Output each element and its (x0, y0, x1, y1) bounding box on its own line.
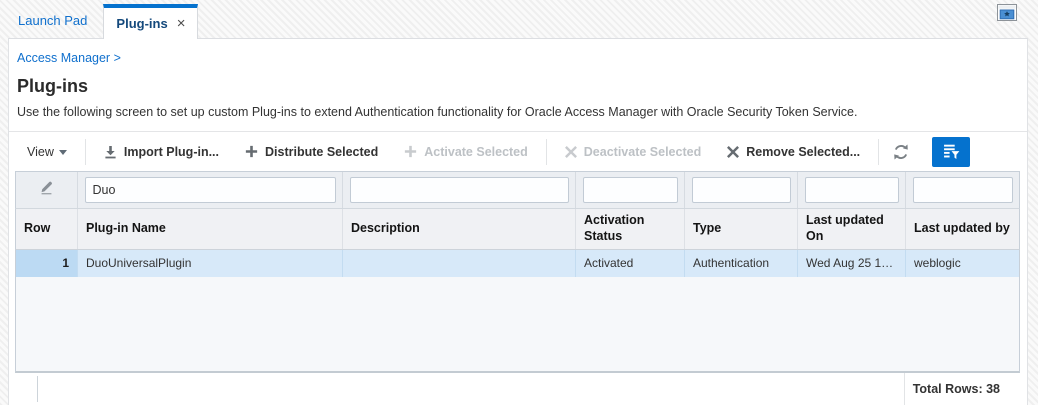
tab-launch-pad-label: Launch Pad (18, 13, 87, 28)
cell-type: Authentication (684, 250, 797, 277)
column-header-description[interactable]: Description (342, 209, 575, 249)
filter-description-input[interactable] (350, 177, 569, 203)
filter-type-input[interactable] (692, 177, 791, 203)
deactivate-selected-button: Deactivate Selected (565, 145, 701, 159)
activate-selected-button: Activate Selected (404, 145, 528, 159)
close-icon[interactable]: × (177, 16, 186, 31)
breadcrumb[interactable]: Access Manager > (17, 51, 121, 65)
column-header-activation-status[interactable]: Activation Status (575, 209, 684, 249)
x-icon (565, 146, 577, 158)
page-description: Use the following screen to set up custo… (17, 105, 857, 119)
column-header-row[interactable]: Row (16, 209, 77, 249)
column-header-last-updated-on[interactable]: Last updated On (797, 209, 905, 249)
filter-activation-status-input[interactable] (583, 177, 678, 203)
query-by-example-button[interactable] (932, 137, 970, 167)
plus-icon (404, 145, 417, 158)
view-menu-button[interactable]: View (27, 145, 67, 159)
cell-plugin-name: DuoUniversalPlugin (77, 250, 342, 277)
toolbar-separator (878, 139, 879, 165)
remove-selected-label: Remove Selected... (746, 145, 860, 159)
tab-bar: Launch Pad Plug-ins × (0, 0, 1038, 38)
remove-selected-button[interactable]: Remove Selected... (727, 145, 860, 159)
refresh-button[interactable] (892, 143, 910, 161)
tab-launch-pad[interactable]: Launch Pad (10, 13, 103, 38)
column-header-plugin-name[interactable]: Plug-in Name (77, 209, 342, 249)
cell-last-updated-on: Wed Aug 25 15:… (797, 250, 905, 277)
column-header-last-updated-by[interactable]: Last updated by (905, 209, 1019, 249)
import-plugin-label: Import Plug-in... (124, 145, 219, 159)
footer-divider (37, 376, 38, 402)
filter-plugin-name-input[interactable] (85, 177, 336, 203)
page-title: Plug-ins (17, 76, 88, 97)
table-header-row: Row Plug-in Name Description Activation … (15, 208, 1020, 250)
toolbar: View Import Plug-in... Distribute Select… (9, 131, 1027, 171)
distribute-selected-button[interactable]: Distribute Selected (245, 145, 378, 159)
cell-row-number: 1 (16, 250, 77, 277)
filter-last-updated-by-input[interactable] (913, 177, 1013, 203)
plugins-table: Row Plug-in Name Description Activation … (15, 171, 1020, 373)
activate-selected-label: Activate Selected (424, 145, 528, 159)
filter-last-updated-on-input[interactable] (805, 177, 899, 203)
pencil-icon (39, 180, 54, 200)
import-plugin-button[interactable]: Import Plug-in... (104, 145, 219, 159)
x-icon (727, 146, 739, 158)
column-header-type[interactable]: Type (684, 209, 797, 249)
cell-description (342, 250, 575, 277)
view-menu-label: View (27, 145, 54, 159)
cell-last-updated-by: weblogic (905, 250, 1019, 277)
distribute-selected-label: Distribute Selected (265, 145, 378, 159)
footer-divider (904, 373, 905, 405)
total-rows-label: Total Rows: 38 (913, 373, 1000, 405)
toolbar-separator (85, 139, 86, 165)
filter-row-header-cell (16, 172, 77, 208)
chevron-down-icon (59, 150, 67, 155)
table-row[interactable]: 1 DuoUniversalPlugin Activated Authentic… (15, 250, 1020, 277)
cell-activation-status: Activated (575, 250, 684, 277)
query-by-example-icon (943, 143, 960, 160)
table-empty-area (15, 277, 1020, 373)
table-footer: Total Rows: 38 (9, 373, 1027, 405)
tab-plug-ins[interactable]: Plug-ins × (103, 4, 198, 39)
filter-row (15, 171, 1020, 208)
toolbar-separator (546, 139, 547, 165)
content-panel: Access Manager > Plug-ins Use the follow… (8, 38, 1028, 405)
deactivate-selected-label: Deactivate Selected (584, 145, 701, 159)
plus-icon (245, 145, 258, 158)
download-icon (104, 145, 117, 159)
tab-plug-ins-label: Plug-ins (116, 16, 167, 31)
